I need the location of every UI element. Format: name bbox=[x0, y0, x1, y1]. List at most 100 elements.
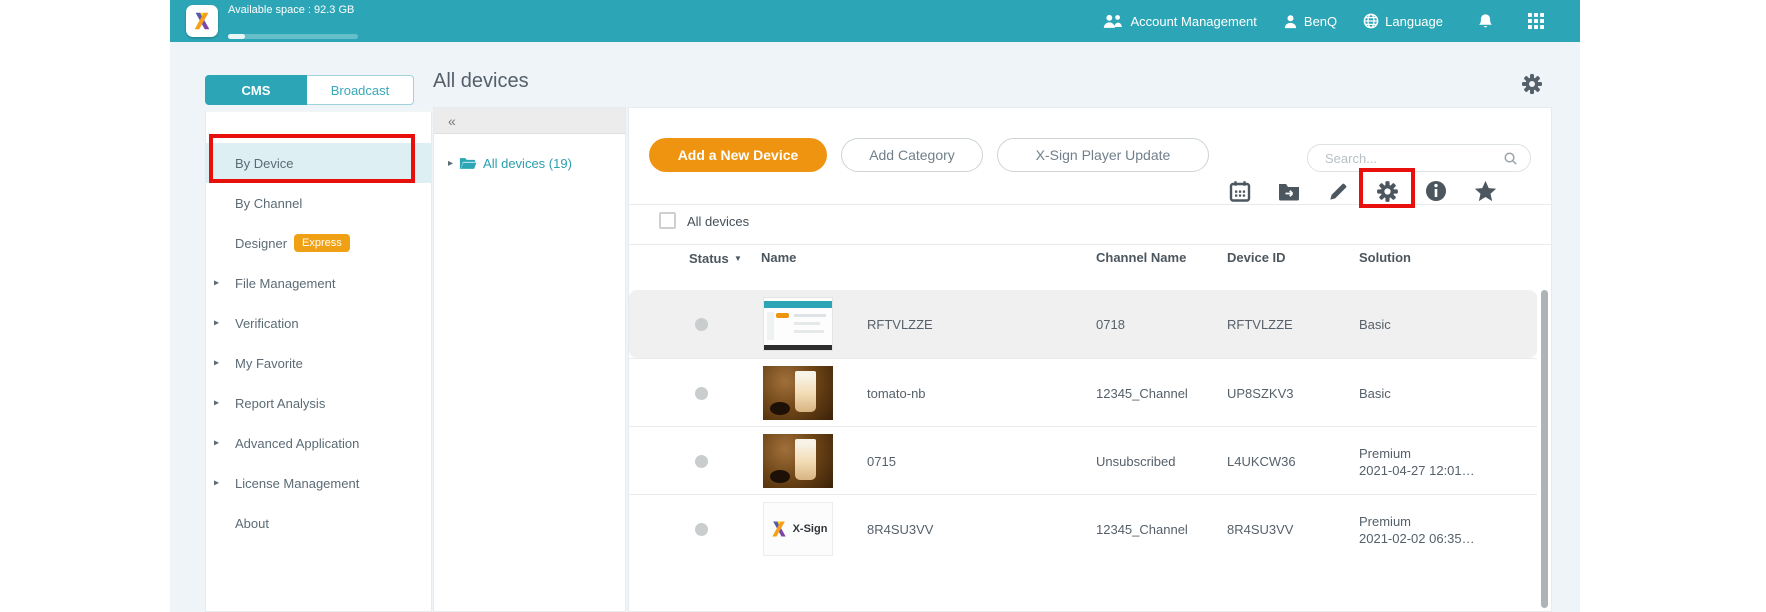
sidebar-item-license-management[interactable]: ▸ License Management bbox=[206, 463, 431, 503]
sidebar-item-by-channel[interactable]: By Channel bbox=[206, 183, 431, 223]
move-to-category-button[interactable] bbox=[1276, 178, 1302, 204]
user-menu[interactable]: BenQ bbox=[1283, 14, 1337, 29]
device-id: 8R4SU3VV bbox=[1227, 522, 1293, 537]
add-new-device-button[interactable]: Add a New Device bbox=[649, 138, 827, 172]
status-dot-icon bbox=[695, 387, 708, 400]
sidebar-item-advanced-application[interactable]: ▸ Advanced Application bbox=[206, 423, 431, 463]
globe-icon bbox=[1363, 13, 1379, 29]
thumb-detail bbox=[795, 371, 816, 412]
mode-tabs: CMS Broadcast bbox=[205, 75, 414, 105]
collapse-panel-button[interactable]: « bbox=[448, 114, 456, 128]
tree-item-label: All devices (19) bbox=[483, 156, 572, 171]
sidebar-item-label: By Channel bbox=[235, 196, 302, 211]
thumb-detail bbox=[794, 322, 820, 325]
table-header-row: Status ▼ Name Channel Name Device ID Sol… bbox=[629, 250, 1551, 290]
sidebar-item-label: Report Analysis bbox=[235, 396, 325, 411]
language-menu[interactable]: Language bbox=[1363, 13, 1443, 29]
tab-cms[interactable]: CMS bbox=[205, 75, 307, 105]
page-title: All devices bbox=[433, 70, 529, 93]
grid-icon bbox=[1528, 13, 1544, 29]
schedule-button[interactable] bbox=[1227, 178, 1253, 204]
solution: Basic bbox=[1359, 317, 1391, 332]
solution: Premium 2021-04-27 12:01… bbox=[1359, 445, 1475, 479]
device-thumbnail bbox=[763, 434, 833, 488]
tree-item-all-devices[interactable]: ▸ All devices (19) bbox=[434, 156, 625, 171]
available-space-progress-fill bbox=[228, 34, 245, 39]
info-icon bbox=[1424, 179, 1448, 203]
thumb-detail bbox=[794, 330, 824, 333]
xsign-logo[interactable] bbox=[186, 5, 218, 37]
sidebar-item-designer[interactable]: Designer Express bbox=[206, 223, 431, 263]
device-id: RFTVLZZE bbox=[1227, 317, 1293, 332]
expand-arrow-icon: ▸ bbox=[214, 398, 219, 409]
notifications-button[interactable] bbox=[1477, 13, 1494, 30]
available-space-progressbar bbox=[228, 34, 358, 39]
sidebar-item-label: My Favorite bbox=[235, 356, 303, 371]
sidebar-item-my-favorite[interactable]: ▸ My Favorite bbox=[206, 343, 431, 383]
pencil-icon bbox=[1327, 180, 1350, 203]
sidebar-item-report-analysis[interactable]: ▸ Report Analysis bbox=[206, 383, 431, 423]
expand-arrow-icon: ▸ bbox=[214, 478, 219, 489]
language-label: Language bbox=[1385, 14, 1443, 29]
account-management-link[interactable]: Account Management bbox=[1102, 14, 1256, 29]
sidebar-item-about[interactable]: About bbox=[206, 503, 431, 543]
calendar-icon bbox=[1228, 179, 1252, 203]
column-header-channel: Channel Name bbox=[1096, 250, 1186, 265]
device-settings-button[interactable] bbox=[1374, 178, 1400, 204]
available-space-label: Available space : 92.3 GB bbox=[228, 3, 362, 17]
search-icon[interactable] bbox=[1503, 151, 1518, 166]
sidebar-item-file-management[interactable]: ▸ File Management bbox=[206, 263, 431, 303]
device-name: tomato-nb bbox=[867, 386, 926, 401]
solution-tier: Premium bbox=[1359, 446, 1411, 461]
sidebar-item-label: Advanced Application bbox=[235, 436, 359, 451]
sidebar-item-verification[interactable]: ▸ Verification bbox=[206, 303, 431, 343]
expand-arrow-icon: ▸ bbox=[214, 438, 219, 449]
tree-header: « bbox=[434, 108, 625, 134]
edit-button[interactable] bbox=[1325, 178, 1351, 204]
favorite-button[interactable] bbox=[1472, 178, 1498, 204]
gear-icon bbox=[1520, 72, 1544, 96]
user-name-label: BenQ bbox=[1304, 14, 1337, 29]
sidebar-item-label: Verification bbox=[235, 316, 299, 331]
player-update-button[interactable]: X-Sign Player Update bbox=[997, 138, 1209, 172]
sidebar-item-label: About bbox=[235, 516, 269, 531]
device-name: 8R4SU3VV bbox=[867, 522, 933, 537]
top-bar: Available space : 92.3 GB Account Manage… bbox=[170, 0, 1580, 42]
vertical-scrollbar[interactable] bbox=[1541, 290, 1548, 608]
channel-name: 12345_Channel bbox=[1096, 522, 1188, 537]
table-row[interactable]: RFTVLZZE 0718 RFTVLZZE Basic bbox=[629, 290, 1537, 358]
sidebar-item-label: By Device bbox=[235, 156, 294, 171]
device-thumbnail bbox=[763, 366, 833, 420]
table-row[interactable]: tomato-nb 12345_Channel UP8SZKV3 Basic bbox=[629, 358, 1537, 426]
divider bbox=[629, 244, 1551, 245]
device-thumbnail: X-Sign bbox=[763, 502, 833, 556]
select-all-checkbox[interactable] bbox=[659, 212, 676, 229]
xsign-x-icon bbox=[191, 10, 213, 32]
account-management-label: Account Management bbox=[1130, 14, 1256, 29]
xsign-x-icon bbox=[769, 519, 789, 539]
solution-date: 2021-04-27 12:01… bbox=[1359, 463, 1475, 478]
add-category-button[interactable]: Add Category bbox=[841, 138, 983, 172]
select-all-label: All devices bbox=[687, 214, 749, 229]
top-nav: Account Management BenQ Language bbox=[1076, 0, 1544, 42]
table-row[interactable]: 0715 Unsubscribed L4UKCW36 Premium 2021-… bbox=[629, 426, 1537, 494]
search-input[interactable] bbox=[1325, 151, 1503, 166]
thumb-detail bbox=[767, 312, 774, 340]
column-header-name: Name bbox=[761, 250, 796, 265]
status-dot-icon bbox=[695, 523, 708, 536]
thumb-detail bbox=[795, 439, 816, 480]
table-row[interactable]: X-Sign 8R4SU3VV 12345_Channel 8R4SU3VV P… bbox=[629, 494, 1537, 562]
status-dot-icon bbox=[695, 318, 708, 331]
info-button[interactable] bbox=[1423, 178, 1449, 204]
page-settings-button[interactable] bbox=[1520, 72, 1546, 98]
column-header-status[interactable]: Status bbox=[689, 250, 730, 267]
tab-broadcast[interactable]: Broadcast bbox=[307, 75, 414, 105]
channel-name: Unsubscribed bbox=[1096, 454, 1176, 469]
sidebar-menu: By Device By Channel Designer Express ▸ … bbox=[205, 110, 432, 612]
solution-tier: Premium bbox=[1359, 514, 1411, 529]
apps-grid-button[interactable] bbox=[1528, 13, 1544, 29]
device-id: UP8SZKV3 bbox=[1227, 386, 1293, 401]
thumb-detail bbox=[776, 313, 789, 318]
status-sort-caret-icon[interactable]: ▼ bbox=[734, 254, 742, 263]
sidebar-item-by-device[interactable]: By Device bbox=[206, 143, 431, 183]
